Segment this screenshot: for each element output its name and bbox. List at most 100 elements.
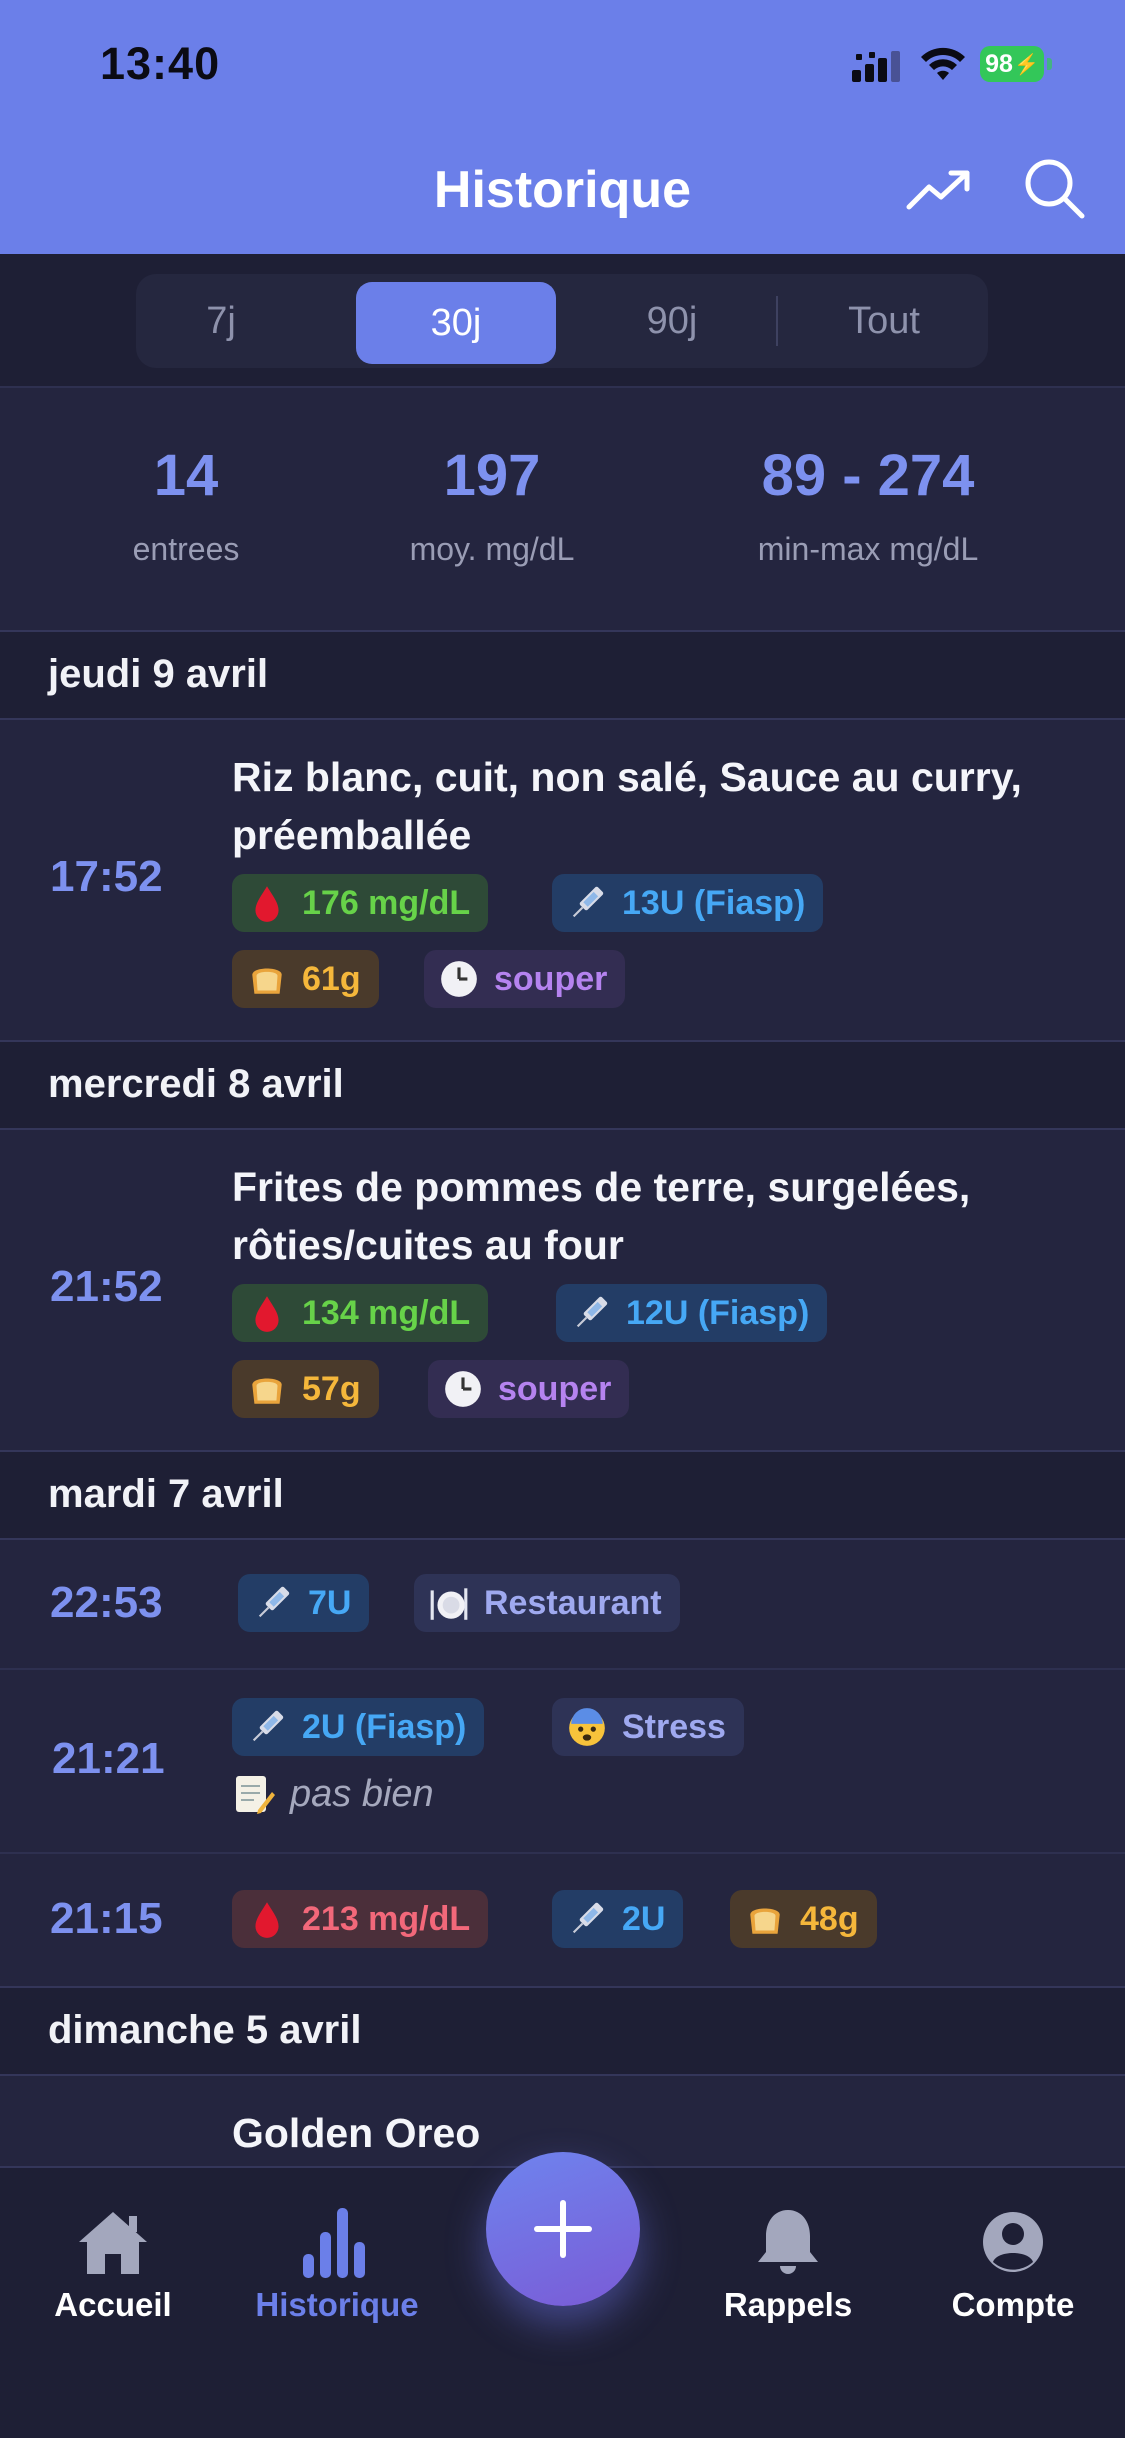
insulin-chip: 13U (Fiasp) (552, 874, 824, 932)
history-entry[interactable]: 21:15 213 mg/dL 2U 48g (0, 1854, 1125, 1988)
chip-text: 61g (302, 959, 361, 998)
carbs-chip: 57g (232, 1360, 379, 1418)
insulin-chip: 12U (Fiasp) (556, 1284, 828, 1342)
status-time: 13:40 (100, 38, 221, 89)
entry-meal: Riz blanc, cuit, non salé, Sauce au curr… (232, 754, 1022, 858)
context-tag-chip: Stress (552, 1698, 744, 1756)
battery-icon: 98 ⚡ (980, 46, 1052, 82)
period-filter-bar: 7j 30j 90j Tout (0, 254, 1125, 388)
carbs-chip: 48g (730, 1890, 877, 1948)
stat-label: moy. mg/dL (409, 531, 575, 567)
stat-value: 197 (443, 443, 541, 508)
syringe-icon (576, 1296, 608, 1328)
day-label: dimanche 5 avril (48, 2008, 362, 2052)
trend-chart-icon[interactable] (905, 165, 975, 215)
tab-label: Rappels (723, 2286, 853, 2323)
entry-meal: Frites de pommes de terre, surgelées, rô… (232, 1164, 971, 1268)
add-entry-button[interactable] (486, 2152, 640, 2306)
meal-tag-chip: souper (424, 950, 626, 1008)
wifi-icon (921, 47, 965, 80)
carbs-chip: 61g (232, 950, 379, 1008)
bread-icon (252, 1378, 282, 1404)
stat-label: min-max mg/dL (757, 531, 979, 567)
app-header: 13:40 98 ⚡ Historique (0, 0, 1125, 254)
stat-value: 14 (153, 443, 219, 508)
segment-30j[interactable]: 30j (356, 282, 556, 364)
tab-label: Accueil (54, 2286, 172, 2323)
chip-text: 7U (308, 1583, 352, 1622)
day-label: mardi 7 avril (48, 1472, 284, 1516)
stat-min-max: 89 - 274 min-max mg/dL (718, 442, 1018, 568)
chip-text: Restaurant (484, 1583, 662, 1622)
entry-time: 21:21 (52, 1734, 165, 1783)
chip-text: 2U (622, 1899, 666, 1938)
syringe-icon (258, 1586, 290, 1618)
period-segmented-control: 7j 30j 90j Tout (136, 274, 988, 368)
bell-icon (758, 2210, 818, 2274)
chip-text: 13U (Fiasp) (622, 883, 806, 922)
chip-text: 48g (800, 1899, 859, 1938)
chip-text: 176 mg/dL (302, 883, 471, 922)
chip-text: souper (498, 1369, 612, 1408)
insulin-chip: 7U (238, 1574, 370, 1632)
segment-7j[interactable]: 7j (136, 274, 306, 368)
entry-meal: Golden Oreo (232, 2110, 481, 2156)
day-label: jeudi 9 avril (48, 652, 269, 696)
clock-icon (441, 961, 477, 997)
glucose-chip: 176 mg/dL (232, 874, 489, 932)
day-header: dimanche 5 avril (0, 1986, 1125, 2076)
stat-value: 89 - 274 (761, 443, 975, 508)
chip-text: souper (494, 959, 608, 998)
segment-tout[interactable]: Tout (784, 274, 984, 368)
glucose-chip: 134 mg/dL (232, 1284, 489, 1342)
segment-90j[interactable]: 90j (572, 274, 772, 368)
chip-text: 12U (Fiasp) (626, 1293, 810, 1332)
stat-entries: 14 entrees (86, 442, 286, 568)
entry-time: 21:15 (50, 1894, 163, 1943)
clock-icon (445, 1371, 481, 1407)
day-header: jeudi 9 avril (0, 630, 1125, 720)
insulin-chip: 2U (Fiasp) (232, 1698, 485, 1756)
history-entry[interactable]: 21:21 2U (Fiasp) Stress pas bien (0, 1670, 1125, 1854)
plus-icon (534, 2200, 592, 2258)
insulin-chip: 2U (552, 1890, 684, 1948)
chip-text: 57g (302, 1369, 361, 1408)
chip-text: Stress (622, 1707, 726, 1746)
glucose-chip: 213 mg/dL (232, 1890, 489, 1948)
day-header: mercredi 8 avril (0, 1040, 1125, 1130)
battery-level: 98 (985, 49, 1013, 78)
anxious-face-icon (569, 1708, 605, 1746)
tab-accueil[interactable]: Accueil (30, 2202, 196, 2324)
history-entry[interactable]: 17:52 Riz blanc, cuit, non salé, Sauce a… (0, 718, 1125, 1042)
segment-divider (776, 296, 778, 346)
blood-drop-icon (255, 886, 279, 922)
tab-compte[interactable]: Compte (930, 2202, 1096, 2324)
tab-rappels[interactable]: Rappels (700, 2202, 876, 2324)
memo-icon (236, 1776, 275, 1814)
tab-label: Compte (951, 2286, 1075, 2323)
meal-tag-chip: souper (428, 1360, 630, 1418)
stat-label: entrees (132, 531, 240, 567)
tab-label: Historique (255, 2286, 419, 2323)
context-tag-chip: Restaurant (414, 1574, 680, 1632)
blood-drop-icon (255, 1296, 279, 1332)
cellular-signal-icon (852, 51, 900, 82)
bar-chart-icon (303, 2208, 365, 2278)
bread-icon (750, 1908, 780, 1934)
tab-historique[interactable]: Historique (232, 2202, 442, 2324)
user-circle-icon (983, 2212, 1043, 2272)
day-label: mercredi 8 avril (48, 1062, 344, 1106)
entry-note: pas bien (232, 1772, 434, 1816)
entry-time: 21:52 (50, 1262, 163, 1311)
syringe-icon (252, 1710, 284, 1742)
syringe-icon (572, 886, 604, 918)
note-text: pas bien (290, 1772, 434, 1815)
bread-icon (252, 968, 282, 994)
history-entry[interactable]: 21:52 Frites de pommes de terre, surgelé… (0, 1128, 1125, 1452)
home-icon (79, 2212, 147, 2274)
blood-drop-icon (255, 1902, 279, 1938)
history-entry[interactable]: 22:53 7U Restaurant (0, 1538, 1125, 1670)
stat-average: 197 moy. mg/dL (372, 442, 612, 568)
entry-time: 17:52 (50, 852, 163, 901)
search-icon[interactable] (1022, 156, 1088, 222)
